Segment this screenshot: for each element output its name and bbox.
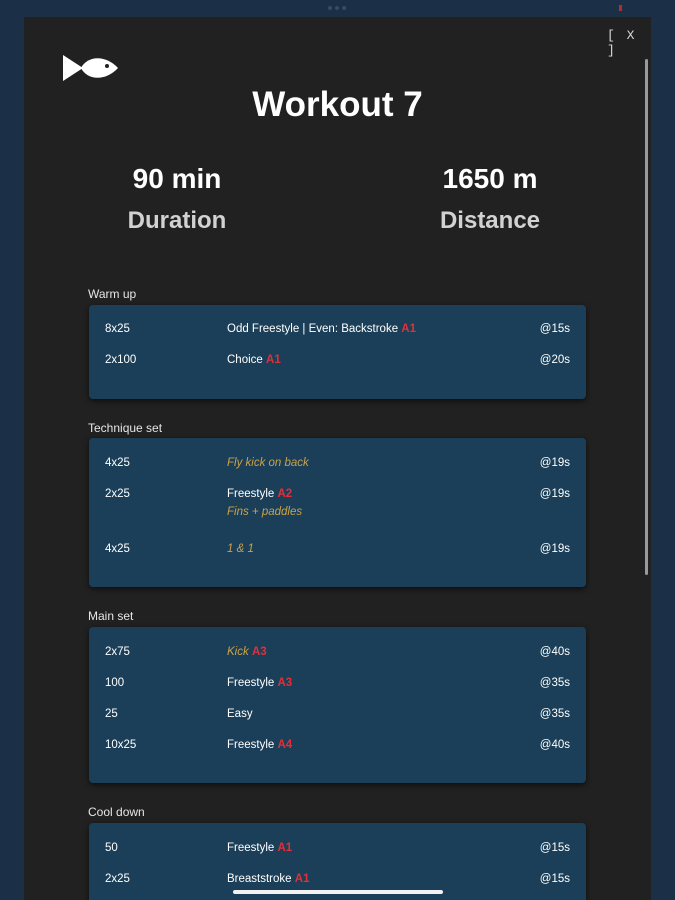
set-description: Odd Freestyle | Even: Backstroke A1 [227, 323, 416, 335]
set-description: Freestyle A4 [227, 739, 293, 751]
set-reps: 2x75 [105, 646, 130, 658]
section-title-technique-set: Technique set [88, 421, 163, 435]
section-card-cool-down: 50 Freestyle A1 @15s 2x25 Breaststroke A… [89, 823, 586, 900]
set-row: 2x75 Kick A3 @40s [89, 646, 586, 662]
set-description: 1 & 1 [227, 543, 254, 555]
set-interval: @15s [539, 842, 570, 854]
intensity-tag: A3 [277, 677, 293, 689]
set-reps: 4x25 [105, 543, 130, 555]
set-interval: @15s [539, 873, 570, 885]
distance-stat: 1650 m Distance [380, 163, 600, 235]
intensity-tag: A2 [277, 488, 293, 500]
set-reps: 50 [105, 842, 118, 854]
status-dots [328, 6, 346, 10]
set-description: Easy [227, 708, 253, 720]
set-description: Breaststroke A1 [227, 873, 310, 885]
set-description: Freestyle A1 [227, 842, 293, 854]
set-description: Kick A3 [227, 646, 267, 658]
set-reps: 2x25 [105, 873, 130, 885]
set-row: 4x25 Fly kick on back @19s [89, 457, 586, 473]
duration-label: Duration [127, 207, 227, 234]
fish-logo-icon [63, 55, 118, 81]
set-row: 100 Freestyle A3 @35s [89, 677, 586, 693]
distance-value: 1650 m [442, 163, 538, 194]
set-row: 10x25 Freestyle A4 @40s [89, 739, 586, 755]
set-row: 8x25 Odd Freestyle | Even: Backstroke A1… [89, 323, 586, 339]
set-row: 4x25 1 & 1 @19s [89, 543, 586, 559]
scrollbar[interactable] [645, 59, 648, 575]
set-row: 2x100 Choice A1 @20s [89, 354, 586, 370]
set-reps: 8x25 [105, 323, 130, 335]
intensity-tag: A3 [251, 646, 267, 658]
set-interval: @40s [539, 646, 570, 658]
intensity-tag: A1 [294, 873, 310, 885]
intensity-tag: A1 [401, 323, 416, 335]
set-interval: @35s [539, 708, 570, 720]
section-card-main-set: 2x75 Kick A3 @40s 100 Freestyle A3 @35s … [89, 627, 586, 783]
set-row: 50 Freestyle A1 @15s [89, 842, 586, 858]
set-description: Choice A1 [227, 354, 281, 366]
set-interval: @35s [539, 677, 570, 689]
set-interval: @40s [539, 739, 570, 751]
set-interval: @20s [539, 354, 570, 366]
section-card-technique-set: 4x25 Fly kick on back @19s 2x25 Freestyl… [89, 438, 586, 587]
intensity-tag: A1 [277, 842, 293, 854]
home-indicator[interactable] [233, 890, 443, 894]
close-button[interactable]: [ X ] [607, 28, 651, 58]
set-description: Freestyle A3 [227, 677, 293, 689]
set-description: Fly kick on back [227, 457, 309, 469]
set-interval: @19s [539, 457, 570, 469]
set-description: Freestyle A2 [227, 488, 293, 500]
duration-stat: 90 min Duration [67, 163, 287, 235]
set-reps: 100 [105, 677, 125, 689]
section-title-main-set: Main set [88, 609, 134, 623]
set-interval: @19s [539, 543, 570, 555]
page-title: Workout 7 [252, 85, 423, 124]
set-row: 2x25 Breaststroke A1 @15s [89, 873, 586, 889]
workout-modal: [ X ] Workout 7 90 min Duration 1650 m D… [24, 17, 651, 900]
section-title-cool-down: Cool down [88, 805, 145, 819]
set-reps: 4x25 [105, 457, 130, 469]
set-note: Fins + paddles [227, 506, 303, 518]
set-row: 2x25 Freestyle A2 Fins + paddles @19s [89, 488, 586, 524]
status-indicator [619, 5, 622, 11]
intensity-tag: A4 [277, 739, 293, 751]
section-card-warm-up: 8x25 Odd Freestyle | Even: Backstroke A1… [89, 305, 586, 399]
set-interval: @15s [539, 323, 570, 335]
duration-value: 90 min [132, 163, 222, 194]
set-reps: 2x100 [105, 354, 137, 366]
section-title-warm-up: Warm up [88, 287, 137, 301]
distance-label: Distance [439, 207, 541, 234]
set-reps: 10x25 [105, 739, 137, 751]
set-reps: 25 [105, 708, 118, 720]
intensity-tag: A1 [266, 354, 281, 366]
set-reps: 2x25 [105, 488, 130, 500]
set-interval: @19s [539, 488, 570, 500]
set-row: 25 Easy @35s [89, 708, 586, 724]
